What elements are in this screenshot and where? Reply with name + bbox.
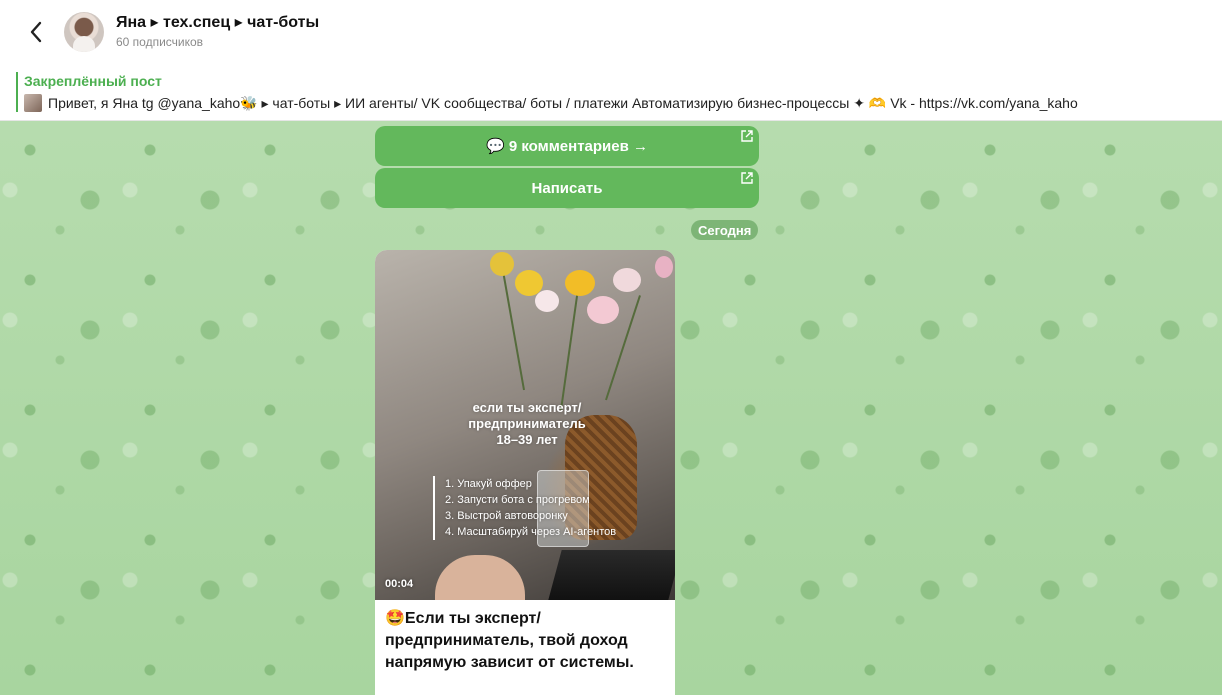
video-step: 3. Выстрой автоворонку — [445, 510, 568, 522]
flower-stem — [560, 291, 579, 411]
pinned-thumbnail — [24, 94, 42, 112]
chat-header: Яна ▸ тех.спец ▸ чат-боты 60 подписчиков — [0, 0, 1222, 64]
avatar[interactable] — [64, 12, 104, 52]
video-title: если ты эксперт/ предприниматель 18–39 л… — [468, 400, 586, 447]
external-link-icon — [741, 130, 753, 142]
post-caption: 🤩Если ты эксперт/ предприниматель, твой … — [385, 608, 665, 674]
comments-button[interactable]: 💬 9 комментариев → — [375, 126, 759, 166]
chat-area[interactable]: 💬 9 комментариев → Написать Сегодня если… — [0, 120, 1222, 695]
chevron-left-icon — [30, 21, 42, 43]
caption-text: Если ты эксперт/ предприниматель, твой д… — [385, 610, 634, 671]
video-steps-list: 1. Упакуй оффер 2. Запусти бота с прогре… — [433, 476, 616, 540]
flower — [613, 268, 641, 292]
back-button[interactable] — [22, 16, 50, 48]
flower — [535, 290, 559, 312]
write-label: Написать — [531, 179, 603, 197]
video-step: 4. Масштабируй через AI-агентов — [445, 526, 617, 538]
laptop — [548, 550, 675, 600]
video-step: 1. Упакуй оффер — [445, 478, 532, 490]
channel-title[interactable]: Яна ▸ тех.спец ▸ чат-боты — [116, 12, 319, 32]
video-thumbnail[interactable]: если ты эксперт/ предприниматель 18–39 л… — [375, 250, 675, 600]
hand — [435, 555, 525, 600]
pinned-post[interactable]: Закреплённый пост Привет, я Яна tg @yana… — [0, 64, 1222, 121]
flower — [655, 256, 673, 278]
pinned-title: Закреплённый пост — [24, 73, 162, 89]
flower — [587, 296, 619, 324]
write-button[interactable]: Написать — [375, 168, 759, 208]
pinned-accent-bar — [16, 72, 18, 112]
post-message: если ты эксперт/ предприниматель 18–39 л… — [375, 250, 675, 695]
date-separator: Сегодня — [691, 220, 759, 240]
flower — [490, 252, 514, 276]
subscriber-count: 60 подписчиков — [116, 35, 204, 49]
comments-label: 💬 9 комментариев → — [485, 138, 649, 155]
video-duration: 00:04 — [385, 578, 414, 590]
flower — [565, 270, 595, 296]
external-link-icon — [741, 172, 753, 184]
pinned-text: Привет, я Яна tg @yana_kaho🐝 ▸ чат-боты … — [48, 95, 1078, 111]
video-step: 2. Запусти бота с прогревом — [445, 494, 590, 506]
star-struck-emoji: 🤩 — [385, 610, 405, 627]
